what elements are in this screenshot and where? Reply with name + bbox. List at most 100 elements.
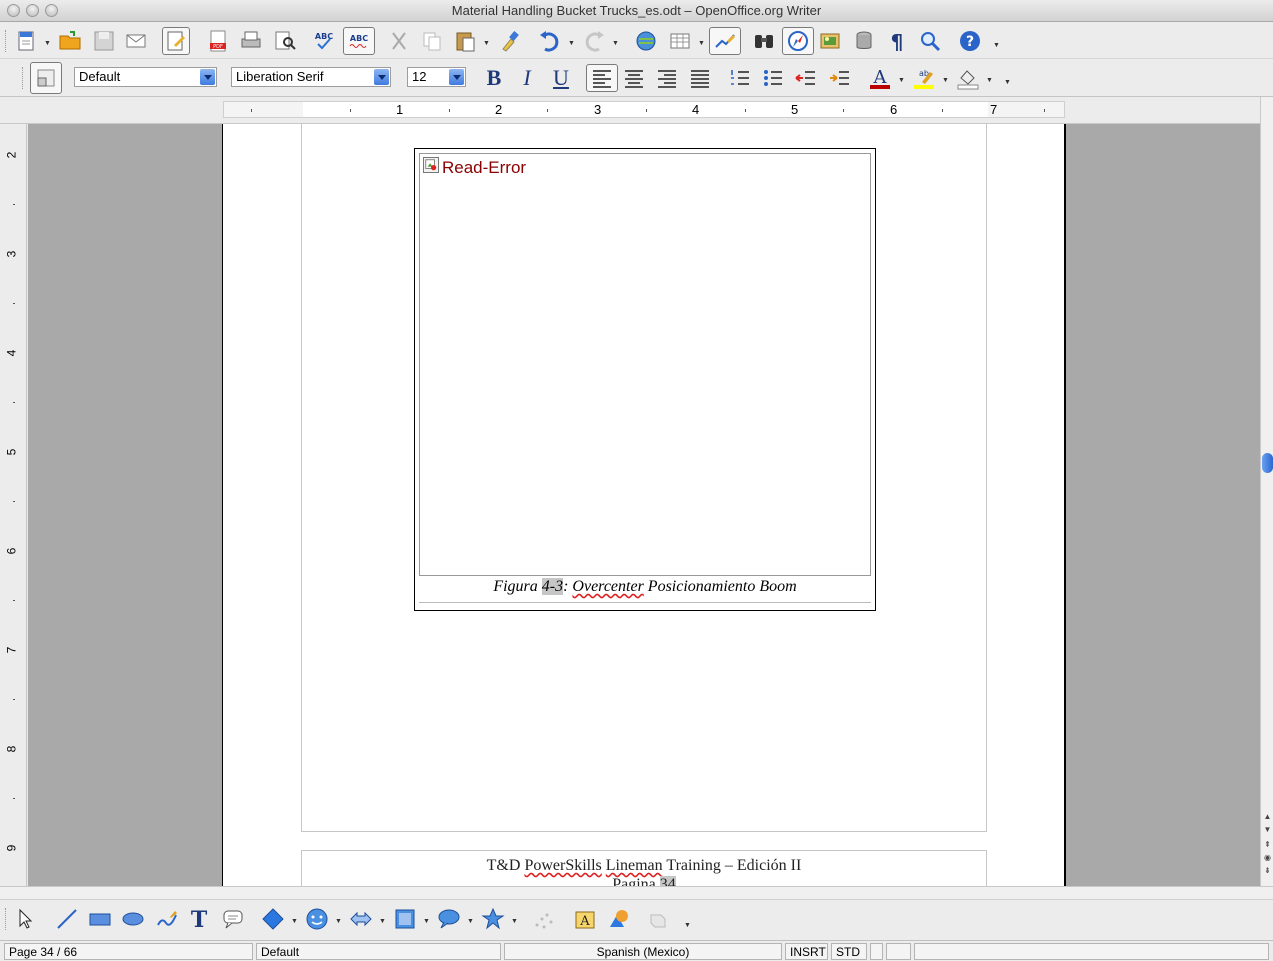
justify-icon[interactable] <box>686 64 714 92</box>
spellcheck-icon[interactable]: ABC <box>310 27 338 55</box>
navigation-icon[interactable]: ◉ <box>1262 852 1273 863</box>
italic-icon[interactable]: I <box>513 64 541 92</box>
hyperlink-icon[interactable] <box>632 27 660 55</box>
chevron-down-icon[interactable] <box>449 69 464 85</box>
next-page-icon[interactable]: ⇟ <box>1262 865 1273 876</box>
background-color-icon[interactable] <box>954 64 982 92</box>
footer-misspelled-word[interactable]: Lineman <box>606 857 663 874</box>
show-draw-functions-icon[interactable] <box>709 27 741 55</box>
toolbar-grip[interactable] <box>5 30 8 52</box>
callout-tool-icon[interactable] <box>219 905 247 933</box>
page-style[interactable]: Default <box>256 943 501 960</box>
image-placeholder[interactable]: Read-Error <box>419 153 871 576</box>
open-folder-icon[interactable] <box>56 27 84 55</box>
document-canvas[interactable]: Read-Error Figura 4-3: Overcenter Posici… <box>28 124 1260 886</box>
horizontal-scrollbar[interactable] <box>0 886 1273 899</box>
chevron-down-icon[interactable]: ▼ <box>568 40 576 48</box>
find-replace-icon[interactable] <box>750 27 778 55</box>
page-footer[interactable]: T&D PowerSkills Lineman Training – Edici… <box>301 850 987 886</box>
selection-mode[interactable]: STD <box>831 943 867 960</box>
font-color-icon[interactable]: A <box>866 64 894 92</box>
formatting-marks-icon[interactable]: ¶ <box>883 27 911 55</box>
caption-number-field[interactable]: 4-3 <box>541 578 564 595</box>
stars-icon[interactable] <box>479 905 507 933</box>
chevron-down-icon[interactable]: ▼ <box>698 40 706 48</box>
align-center-icon[interactable] <box>620 64 648 92</box>
redo-icon[interactable] <box>581 27 609 55</box>
email-icon[interactable] <box>122 27 150 55</box>
chevron-down-icon[interactable] <box>374 69 389 85</box>
basic-shapes-icon[interactable] <box>259 905 287 933</box>
gallery-icon[interactable] <box>816 27 844 55</box>
flowchart-icon[interactable] <box>391 905 419 933</box>
caption-misspelled-word[interactable]: Overcenter <box>572 578 643 595</box>
language[interactable]: Spanish (Mexico) <box>504 943 782 960</box>
insert-image-icon[interactable] <box>605 905 633 933</box>
insert-mode[interactable]: INSRT <box>785 943 828 960</box>
copy-icon[interactable] <box>418 27 446 55</box>
select-arrow-icon[interactable] <box>12 905 40 933</box>
chevron-down-icon[interactable]: ▼ <box>898 77 906 85</box>
block-arrows-icon[interactable] <box>347 905 375 933</box>
chevron-down-icon[interactable]: ▼ <box>986 77 994 85</box>
chevron-down-icon[interactable]: ▼ <box>511 918 519 926</box>
table-icon[interactable] <box>666 27 694 55</box>
chevron-down-icon[interactable]: ▼ <box>483 40 491 48</box>
scroll-up-icon[interactable]: ▲ <box>1262 811 1273 822</box>
edit-file-icon[interactable] <box>162 27 190 55</box>
save-icon[interactable] <box>90 27 118 55</box>
scrollbar-thumb[interactable] <box>1262 453 1273 473</box>
page-preview-icon[interactable] <box>271 27 299 55</box>
chevron-down-icon[interactable]: ▼ <box>467 918 475 926</box>
numbering-icon[interactable] <box>726 64 754 92</box>
underline-icon[interactable]: U <box>547 64 575 92</box>
chevron-down-icon[interactable]: ▼ <box>612 40 620 48</box>
auto-spellcheck-icon[interactable]: ABC <box>343 27 375 55</box>
toolbar-grip[interactable] <box>22 67 25 89</box>
font-size-select[interactable]: 12 <box>407 67 466 87</box>
extrusion-icon[interactable] <box>645 905 673 933</box>
page-count[interactable]: Page 34 / 66 <box>4 943 253 960</box>
document-modified[interactable] <box>886 943 911 960</box>
toolbar-grip[interactable] <box>5 908 8 930</box>
rectangle-tool-icon[interactable] <box>86 905 114 933</box>
footer-misspelled-word[interactable]: PowerSkills <box>524 857 601 874</box>
new-document-icon[interactable] <box>12 27 40 55</box>
symbol-shapes-icon[interactable] <box>303 905 331 933</box>
highlighting-icon[interactable]: ab <box>910 64 938 92</box>
horizontal-ruler[interactable]: 1 2 3 4 5 6 7 <box>0 97 1273 124</box>
footer-misspelled-word[interactable]: Pagina <box>612 876 656 886</box>
chevron-down-icon[interactable]: ▼ <box>423 918 431 926</box>
page-number-field[interactable]: 34 <box>659 876 676 886</box>
callouts-icon[interactable] <box>435 905 463 933</box>
paste-icon[interactable] <box>451 27 479 55</box>
increase-indent-icon[interactable] <box>826 64 854 92</box>
vertical-ruler[interactable]: 2 3 4 5 6 7 8 9 <box>0 124 27 886</box>
toolbar-overflow-icon[interactable]: ▼ <box>993 42 1001 50</box>
paragraph-style-select[interactable]: Default <box>74 67 217 87</box>
font-name-select[interactable]: Liberation Serif <box>231 67 391 87</box>
hyperlink-mode[interactable] <box>870 943 883 960</box>
points-icon[interactable] <box>530 905 558 933</box>
navigator-icon[interactable] <box>782 27 814 55</box>
chevron-down-icon[interactable] <box>200 69 215 85</box>
zoom-icon[interactable] <box>916 27 944 55</box>
cut-icon[interactable] <box>385 27 413 55</box>
toolbar-overflow-icon[interactable]: ▼ <box>1004 79 1012 87</box>
bold-icon[interactable]: B <box>480 64 508 92</box>
chevron-down-icon[interactable]: ▼ <box>291 918 299 926</box>
figure-frame[interactable]: Read-Error Figura 4-3: Overcenter Posici… <box>414 148 876 611</box>
figure-caption[interactable]: Figura 4-3: Overcenter Posicionamiento B… <box>415 578 875 596</box>
chevron-down-icon[interactable]: ▼ <box>335 918 343 926</box>
clone-formatting-icon[interactable] <box>496 27 524 55</box>
ellipse-tool-icon[interactable] <box>119 905 147 933</box>
chevron-down-icon[interactable]: ▼ <box>44 40 52 48</box>
vertical-scrollbar[interactable]: ▲ ▼ ⇞ ◉ ⇟ <box>1260 97 1273 886</box>
align-left-icon[interactable] <box>586 64 618 92</box>
fontwork-icon[interactable]: A <box>571 905 599 933</box>
toolbar-overflow-icon[interactable]: ▼ <box>684 922 692 930</box>
undo-icon[interactable] <box>535 27 563 55</box>
help-icon[interactable]: ? <box>956 27 984 55</box>
line-tool-icon[interactable] <box>53 905 81 933</box>
styles-formatting-icon[interactable] <box>30 62 62 94</box>
